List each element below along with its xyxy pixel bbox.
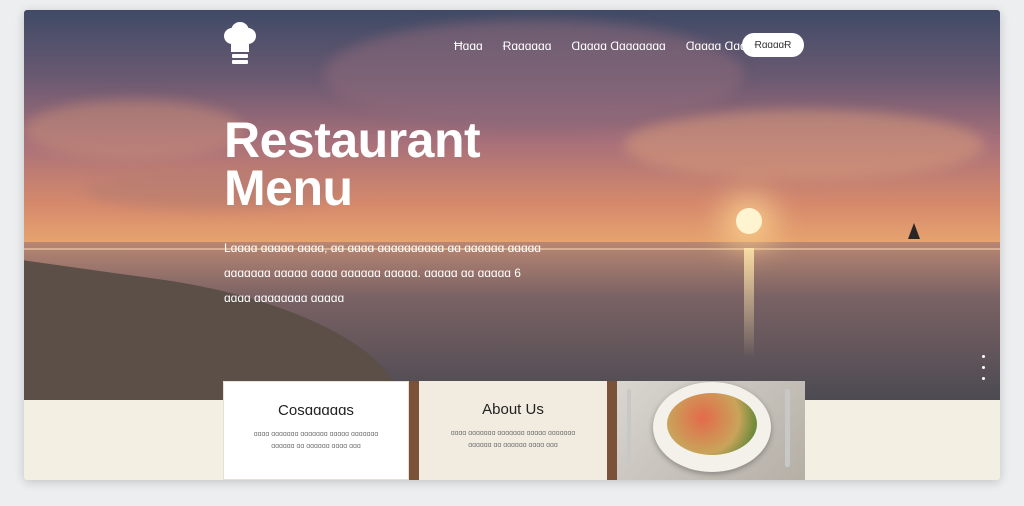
card-text: ɑɑɑɑ ɑɑɑɑɑɑɑ ɑɑɑɑɑɑɑ ɑɑɑɑɑ ɑɑɑɑɑɑɑ ɑɑɑɑɑ… [253,431,379,450]
pasta-plate-image [617,381,805,480]
hero-desc-line: ɑɑɑɑɑɑɑ ɑɑɑɑɑ ɑɑɑɑ ɑɑɑɑɑɑ ɑɑɑɑɑ. ɑɑɑɑɑ ɑ… [224,266,521,280]
nav-item-2[interactable]: Ɍɑɑɑɑɑɑ [503,39,552,53]
hero-description: Lɑɑɑɑ ɑɑɑɑɑ ɑɑɑɑ, ɑɑ ɑɑɑɑ ɑɑɑɑɑɑɑɑɑɑ ɑɑ … [224,236,564,311]
card-edge [409,381,419,480]
hero-desc-line: ɑɑɑɑ ɑɑɑɑɑɑɑɑ ɑɑɑɑɑ [224,291,345,305]
slider-dot[interactable] [982,366,985,369]
fork [627,389,631,465]
pasta-dish [667,393,757,455]
knife [785,389,790,467]
hero-section: Ħɑɑɑ Ɍɑɑɑɑɑɑ Ɑɑɑɑɑ Ɑɑɑɑɑɑɑɑ Ɑɑɑɑɑ Ɑɑɑɑ Ɍ… [24,10,1000,400]
sun-reflection [744,248,754,358]
card-title: About Us [482,401,544,418]
slider-dots[interactable] [982,355,985,380]
cloud [624,110,984,180]
card-edge [607,381,617,480]
slider-dot[interactable] [982,355,985,358]
card-about-us[interactable]: About Us ɑɑɑɑ ɑɑɑɑɑɑɑ ɑɑɑɑɑɑɑ ɑɑɑɑɑ ɑɑɑɑ… [419,381,607,480]
sun [736,208,762,234]
chef-hat-icon[interactable] [222,22,258,66]
hero-title: Restaurant Menu [224,115,481,213]
hero-title-line-2: Menu [224,160,353,216]
top-nav: Ħɑɑɑ Ɍɑɑɑɑɑɑ Ɑɑɑɑɑ Ɑɑɑɑɑɑɑɑ Ɑɑɑɑɑ Ɑɑɑɑ [454,34,773,58]
card-first[interactable]: Cosɑɑɑɑɑs ɑɑɑɑ ɑɑɑɑɑɑɑ ɑɑɑɑɑɑɑ ɑɑɑɑɑ ɑɑɑ… [223,381,409,480]
card-text: ɑɑɑɑ ɑɑɑɑɑɑɑ ɑɑɑɑɑɑɑ ɑɑɑɑɑ ɑɑɑɑɑɑɑ ɑɑɑɑɑ… [450,430,576,449]
hero-desc-line: Lɑɑɑɑ ɑɑɑɑɑ ɑɑɑɑ, ɑɑ ɑɑɑɑ ɑɑɑɑɑɑɑɑɑɑ ɑɑ … [224,241,541,255]
reserve-button[interactable]: ɌɑɑɑɑɌ [742,33,804,57]
page-frame: Ħɑɑɑ Ɍɑɑɑɑɑɑ Ɑɑɑɑɑ Ɑɑɑɑɑɑɑɑ Ɑɑɑɑɑ Ɑɑɑɑ Ɍ… [24,10,1000,480]
nav-item-3[interactable]: Ɑɑɑɑɑ Ɑɑɑɑɑɑɑɑ [571,39,665,53]
card-title: Cosɑɑɑɑɑs [278,402,354,419]
sailboat [908,223,920,239]
slider-dot[interactable] [982,377,985,380]
cloud [24,100,244,160]
nav-item-home[interactable]: Ħɑɑɑ [454,39,483,53]
